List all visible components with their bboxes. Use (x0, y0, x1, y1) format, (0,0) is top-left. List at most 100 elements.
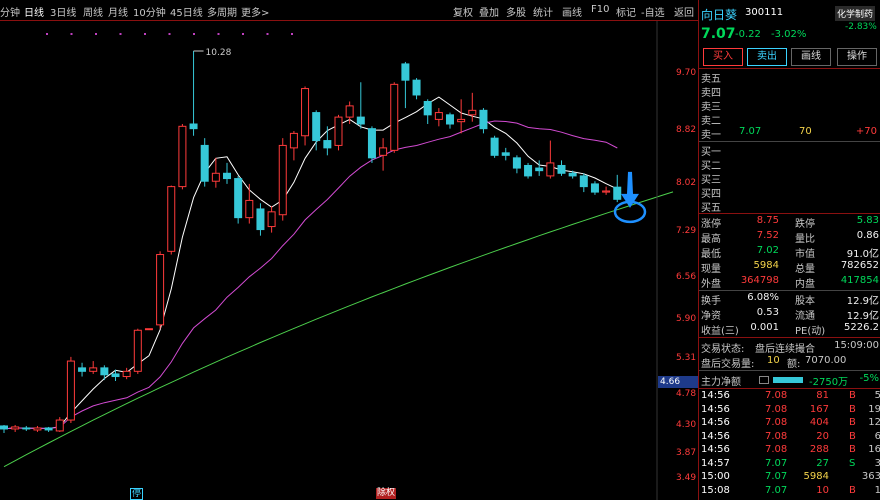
tick-side: B (849, 484, 856, 496)
draw-button[interactable]: 画线 (791, 48, 831, 66)
tick-time: 14:57 (701, 457, 730, 469)
bid-row[interactable]: 买四 (699, 185, 880, 200)
candle-body (579, 175, 588, 188)
candle-body (278, 144, 287, 216)
stat-label: 内盘 (795, 279, 815, 290)
ask-row[interactable]: 卖三 (699, 98, 880, 113)
tick-price: 7.07 (765, 484, 788, 496)
candle-body (234, 178, 243, 219)
kline-chart[interactable]: 10.28 (0, 21, 698, 500)
marker-dot (242, 33, 244, 35)
draw-line-button[interactable]: 画线 (562, 4, 582, 19)
axis-label: 8.02 (676, 178, 697, 188)
watchlist-button[interactable]: -自选 (641, 4, 665, 19)
bid-label: 买二 (701, 161, 721, 172)
candle-body (11, 426, 20, 430)
net-flow-row[interactable]: 主力净额 -2750万 -5% (699, 373, 880, 388)
candle-body (66, 360, 75, 421)
last-price: 7.07 (701, 26, 736, 42)
tick-row: 14:56 7.08 20 B 6 (699, 431, 880, 445)
multi-stock-button[interactable]: 多股 (506, 4, 526, 19)
marker-dot (291, 33, 293, 35)
ask-row[interactable]: 卖五 (699, 70, 880, 85)
marker-dot (119, 33, 122, 35)
candle-body (479, 109, 488, 130)
ask-label: 卖二 (701, 116, 721, 127)
bid-row[interactable]: 买一 (699, 143, 880, 158)
tick-side: S (849, 457, 856, 469)
tick-count: 5 (874, 390, 880, 401)
restore-rights-button[interactable]: 复权 (453, 4, 473, 19)
stat-label: 市值 (795, 249, 815, 260)
candle-body (245, 199, 254, 219)
tab-minute[interactable]: 分钟 (0, 4, 20, 19)
ask-row[interactable]: 卖四 (699, 84, 880, 99)
amount-label: 额: (787, 359, 801, 370)
candle-body (524, 164, 533, 177)
annotations: 10.28 (193, 48, 647, 224)
marker-dot (217, 33, 220, 35)
sell-button[interactable]: 卖出 (747, 48, 787, 66)
bid-row[interactable]: 买五 (699, 199, 880, 214)
back-button[interactable]: 返回 (674, 4, 694, 19)
tab-weekly[interactable]: 周线 (83, 4, 103, 19)
tab-more[interactable]: 更多> (241, 4, 269, 19)
candle-body (167, 186, 176, 252)
tick-price: 7.08 (765, 430, 788, 442)
bid-row[interactable]: 买二 (699, 157, 880, 172)
after-hours-volume: 10 (767, 355, 780, 366)
tick-row: 14:57 7.07 27 S 3 (699, 458, 880, 472)
stat-row: 涨停 8.75 跌停 5.83 (699, 215, 880, 230)
candle-body (256, 208, 265, 231)
mark-button[interactable]: 标记 (616, 4, 636, 19)
sector-pct: -2.83% (845, 22, 877, 32)
stat-value: 12.9亿 (846, 296, 879, 307)
marker-dot (266, 33, 269, 35)
candle-body (22, 427, 31, 430)
tab-multi-period[interactable]: 多周期 (207, 4, 237, 19)
ask-row[interactable]: 卖一 7.07 70 +70 (699, 126, 880, 141)
bid-label: 买四 (701, 189, 721, 200)
amount-value: 7070.00 (805, 355, 847, 366)
net-flow-pct: -5% (859, 373, 879, 384)
candle-body (568, 172, 577, 177)
tick-price: 7.08 (765, 417, 788, 428)
candle-body (267, 211, 276, 228)
tab-3day[interactable]: 3日线 (50, 4, 76, 19)
stats-button[interactable]: 统计 (533, 4, 553, 19)
bid-row[interactable]: 买三 (699, 171, 880, 186)
tab-45day[interactable]: 45日线 (170, 4, 203, 19)
stock-name: 向日葵 (701, 8, 738, 22)
marker-dot (193, 33, 195, 35)
f10-button[interactable]: F10 (591, 4, 609, 15)
marker-dot (95, 33, 97, 35)
stat-label: 换手 (701, 296, 721, 307)
tab-10min[interactable]: 10分钟 (133, 4, 166, 19)
operate-button[interactable]: 操作 (837, 48, 877, 66)
stat-label: 流通 (795, 311, 815, 322)
stat-value: 364798 (740, 275, 779, 286)
candle-body (334, 116, 343, 146)
candle-body (356, 116, 365, 125)
ma5-line (3, 96, 618, 430)
ask-row[interactable]: 卖二 (699, 112, 880, 127)
stat-value: 7.02 (756, 245, 779, 256)
tick-time: 15:00 (701, 471, 730, 482)
tick-row: 14:56 7.08 288 B 16 (699, 444, 880, 458)
sector-badge[interactable]: 化学制药 (835, 6, 876, 21)
buy-button[interactable]: 买入 (703, 48, 743, 66)
tab-monthly[interactable]: 月线 (108, 4, 128, 19)
tab-daily[interactable]: 日线 (24, 4, 44, 19)
axis-label: 5.90 (676, 314, 697, 324)
axis-label: 8.82 (676, 125, 697, 135)
tick-volume: 20 (816, 430, 829, 442)
marker-dot (144, 33, 146, 35)
overlay-button[interactable]: 叠加 (479, 4, 499, 19)
candle-body (412, 79, 421, 96)
trade-status-label: 交易状态: (701, 344, 745, 355)
candle-body (446, 114, 454, 125)
ask-price: 7.07 (739, 126, 762, 137)
tick-time: 14:56 (701, 417, 730, 428)
tick-count: 12 (868, 417, 880, 428)
stat-value: 5.83 (856, 215, 879, 226)
